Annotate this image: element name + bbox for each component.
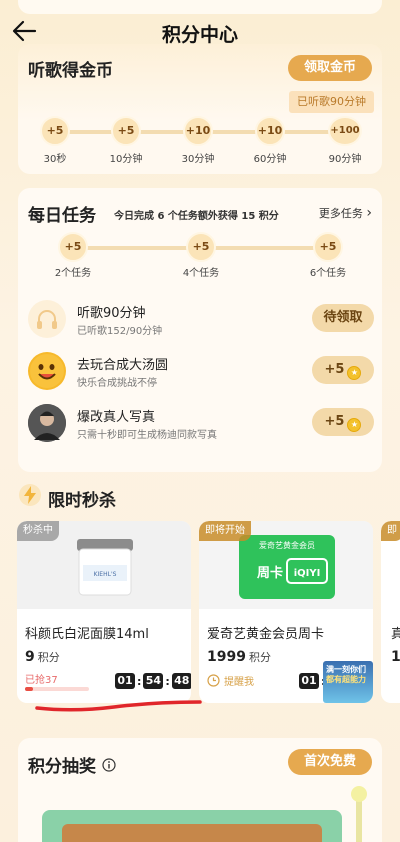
- task-name: 爆改真人写真: [77, 410, 156, 425]
- product-price: 1999 积分: [207, 649, 271, 665]
- grab-progress-bar: [25, 687, 89, 691]
- more-tasks-label: 更多任务: [318, 207, 363, 220]
- headphones-icon: [28, 300, 66, 338]
- points-center-page: 积分中心 听歌得金币 领取金币 已听歌90分钟 +5 +5 +10 +10 +1…: [0, 0, 400, 842]
- ad-text-line-2: 都有超能力: [326, 675, 366, 684]
- daily-milestone-label: 6个任务: [309, 268, 347, 279]
- milestone-node: +10: [183, 116, 213, 146]
- lightning-icon: [19, 484, 41, 506]
- task-reward-button[interactable]: +5 ★: [312, 356, 374, 384]
- info-icon[interactable]: [102, 757, 116, 772]
- coin-icon: ★: [347, 366, 362, 380]
- product-card-partial[interactable]: 即 真 19: [381, 521, 400, 703]
- card-top-text: 爱奇艺黄金会员: [259, 540, 315, 550]
- grabbed-count: 已抢37: [25, 675, 58, 686]
- more-tasks-link[interactable]: 更多任务 ›: [319, 205, 372, 221]
- daily-milestone-label: 2个任务: [54, 268, 92, 279]
- daily-milestone-node: +5: [313, 232, 343, 262]
- smiley-icon: [28, 352, 66, 390]
- card-logo-text: iQIYI: [294, 568, 321, 579]
- ad-text-line-1: 满一刻你们: [326, 665, 366, 674]
- remind-me-button[interactable]: 提醒我: [207, 673, 254, 688]
- milestone-label: 30秒: [43, 154, 67, 165]
- page-title: 积分中心: [161, 24, 238, 46]
- lottery-grid: [62, 824, 322, 842]
- daily-milestone-node: +5: [186, 232, 216, 262]
- task-desc: 快乐合成挑战不停: [77, 378, 157, 389]
- claim-coins-button[interactable]: 领取金币: [288, 55, 372, 81]
- product-brand: KIEHL'S: [94, 571, 117, 578]
- milestone-label: 10分钟: [109, 154, 143, 165]
- listen-reward-card: 听歌得金币 领取金币 已听歌90分钟 +5 +5 +10 +10 +100 30…: [18, 44, 382, 174]
- task-row-photo: 爆改真人写真 只需十秒即可生成杨迪同款写真 +5 ★: [28, 404, 374, 446]
- milestone-node: +5: [40, 116, 70, 146]
- product-name: 爱奇艺黄金会员周卡: [207, 627, 325, 642]
- milestone-node: +5: [111, 116, 141, 146]
- task-name: 听歌90分钟: [77, 306, 146, 321]
- product-card-iqiyi[interactable]: 爱奇艺黄金会员 周卡 iQIYI 即将开始 爱奇艺黄金会员周卡 1999 积分 提…: [199, 521, 373, 703]
- card-week-text: 周卡: [257, 565, 283, 581]
- task-name: 去玩合成大汤圆: [77, 358, 169, 373]
- floating-ad-banner[interactable]: 满一刻你们 都有超能力: [323, 661, 373, 703]
- task-desc: 只需十秒即可生成杨迪同款写真: [77, 430, 217, 441]
- lottery-board: [42, 810, 342, 842]
- sale-status-tag: 即: [381, 521, 400, 541]
- avatar: [28, 404, 66, 442]
- task-row-listen: 听歌90分钟 已听歌152/90分钟 待领取: [28, 300, 374, 342]
- sale-status-tag: 即将开始: [199, 521, 251, 541]
- product-price: 9 积分: [25, 649, 60, 665]
- coin-icon: ★: [347, 418, 362, 432]
- task-reward-label: +5: [324, 362, 345, 377]
- listen-status-tag: 已听歌90分钟: [289, 91, 374, 113]
- first-free-button[interactable]: 首次免费: [288, 749, 372, 775]
- lottery-title: 积分抽奖: [28, 757, 96, 777]
- remind-label: 提醒我: [224, 677, 254, 688]
- lottery-card: 积分抽奖 首次免费: [18, 738, 382, 842]
- daily-tasks-card: 每日任务 今日完成 6 个任务额外获得 15 积分 更多任务 › +5 +5 +…: [18, 188, 382, 472]
- daily-tasks-subtitle: 今日完成 6 个任务额外获得 15 积分: [114, 211, 279, 222]
- task-reward-button[interactable]: +5 ★: [312, 408, 374, 436]
- daily-milestone-node: +5: [58, 232, 88, 262]
- milestone-node: +100: [328, 116, 362, 146]
- daily-tasks-title: 每日任务: [28, 206, 96, 226]
- product-name: 科颜氏白泥面膜14ml: [25, 627, 149, 642]
- milestone-label: 60分钟: [253, 154, 287, 165]
- countdown-timer: 01: 54: 48: [115, 673, 191, 689]
- red-underline-annotation: [35, 700, 202, 712]
- listen-card-title: 听歌得金币: [28, 61, 113, 81]
- sale-status-tag: 秒杀中: [17, 521, 59, 541]
- top-card-edge: [18, 0, 382, 14]
- product-name: 真: [391, 627, 400, 642]
- daily-milestone-label: 4个任务: [182, 268, 220, 279]
- product-card-mask[interactable]: KIEHL'S 秒杀中 科颜氏白泥面膜14ml 9 积分 已抢37 01: 54:…: [17, 521, 191, 703]
- task-desc: 已听歌152/90分钟: [77, 326, 163, 337]
- product-price: 19: [391, 649, 400, 665]
- lottery-header: 积分抽奖: [28, 752, 116, 777]
- chevron-right-icon: ›: [366, 205, 372, 221]
- task-reward-label: +5: [324, 414, 345, 429]
- lottery-lamp: [351, 786, 367, 802]
- flash-sale-title: 限时秒杀: [48, 491, 116, 511]
- milestone-label: 30分钟: [181, 154, 215, 165]
- milestone-node: +10: [255, 116, 285, 146]
- clock-icon: [207, 674, 220, 687]
- task-row-game: 去玩合成大汤圆 快乐合成挑战不停 +5 ★: [28, 352, 374, 394]
- claim-task-button[interactable]: 待领取: [312, 304, 374, 332]
- milestone-label: 90分钟: [328, 154, 362, 165]
